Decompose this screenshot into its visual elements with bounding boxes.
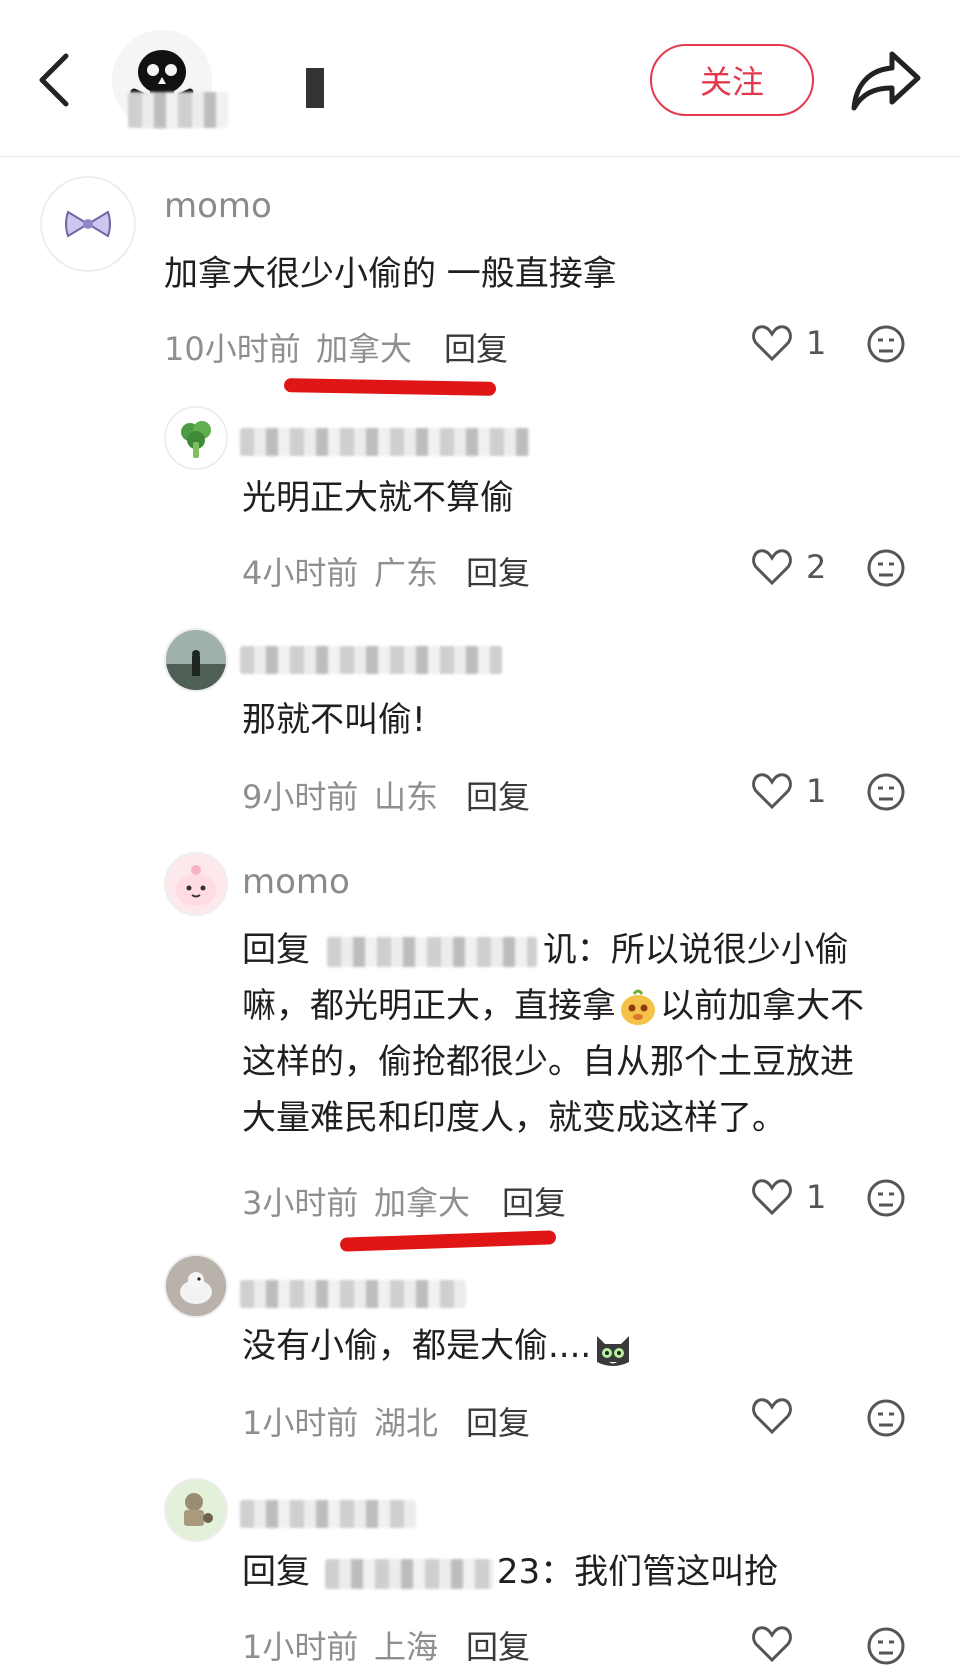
user-avatar[interactable] (164, 1254, 228, 1318)
top-bar: 关注 (0, 0, 960, 157)
comment-location: 广东 (374, 554, 439, 592)
comment-text-line: 没有小偷，都是大偷.... (242, 1318, 635, 1374)
share-icon[interactable] (850, 46, 922, 114)
bird-photo-icon (166, 1256, 226, 1316)
like-count: 1 (806, 772, 827, 810)
like-button[interactable] (752, 1398, 806, 1434)
username[interactable]: momo (242, 862, 350, 902)
comment-time: 1小时前 (242, 1404, 359, 1442)
comment-location: 山东 (374, 778, 439, 816)
comment-time: 10小时前 (164, 330, 301, 368)
comment-location: 上海 (374, 1628, 439, 1666)
comment-text: 没有小偷，都是大偷.... (242, 1326, 592, 1366)
like-button[interactable] (752, 1626, 792, 1662)
bow-icon (65, 210, 111, 238)
comment-text: 所以说很少小偷 (610, 930, 849, 970)
reply-prefix: 回复 (242, 930, 310, 970)
author-name-redacted-bar (306, 68, 324, 108)
like-count: 2 (806, 548, 827, 586)
heart-icon (752, 773, 792, 809)
comment-text-line: 嘛，都光明正大，直接拿 以前加拿大不 (242, 978, 864, 1034)
reply-button[interactable]: 回复 (502, 1178, 566, 1224)
comment-location: 加拿大 (374, 1184, 471, 1222)
dislike-face-icon[interactable] (866, 1178, 906, 1218)
heart-icon (752, 1626, 792, 1662)
comment-text: 嘛，都光明正大，直接拿 (242, 986, 616, 1026)
username[interactable]: momo (164, 186, 272, 226)
dislike-face-icon[interactable] (866, 548, 906, 588)
comment-text: 以前加拿大不 (660, 986, 864, 1026)
mentioned-user-redacted[interactable] (326, 936, 537, 967)
robot-avatar-icon (166, 1480, 226, 1540)
dislike-face-icon[interactable] (866, 772, 906, 812)
comment-time: 9小时前 (242, 778, 359, 816)
user-avatar[interactable] (164, 406, 228, 470)
potato-emoji-icon (621, 989, 655, 1025)
user-avatar[interactable] (40, 176, 136, 272)
heart-icon (752, 1179, 792, 1215)
cat-emoji-icon (597, 1335, 630, 1366)
user-avatar[interactable] (164, 1478, 228, 1542)
red-underline-annotation (283, 378, 497, 396)
reply-button[interactable]: 回复 (444, 324, 508, 370)
username-redacted (240, 646, 502, 674)
mention-suffix: 讥： (542, 930, 611, 970)
reply-button[interactable]: 回复 (466, 1398, 530, 1444)
comment-text-line: 大量难民和印度人，就变成这样了。 (242, 1098, 786, 1138)
broccoli-icon (181, 421, 211, 458)
red-underline-annotation (339, 1230, 557, 1252)
dislike-face-icon[interactable] (866, 1398, 906, 1438)
like-count: 1 (806, 324, 827, 362)
author-name-redacted (128, 92, 228, 128)
like-button[interactable]: 1 (752, 324, 826, 362)
heart-icon (752, 1398, 792, 1434)
pink-bunny-icon (176, 865, 216, 906)
comment-text: 加拿大很少小偷的 一般直接拿 (164, 254, 617, 294)
heart-icon (752, 549, 792, 585)
reply-button[interactable]: 回复 (466, 1622, 530, 1668)
comment-text: 那就不叫偷! (242, 700, 426, 740)
like-button[interactable]: 1 (752, 772, 826, 810)
landscape-photo-icon (166, 630, 226, 690)
comment-text: 光明正大就不算偷 (242, 478, 514, 518)
mention-suffix: 23： (496, 1552, 575, 1592)
dislike-face-icon[interactable] (866, 324, 906, 364)
comment-time: 4小时前 (242, 554, 359, 592)
comment-time: 1小时前 (242, 1628, 359, 1666)
heart-icon (752, 325, 792, 361)
reply-button[interactable]: 回复 (466, 548, 530, 594)
like-count: 1 (806, 1178, 827, 1216)
like-button[interactable]: 2 (752, 548, 826, 586)
username-redacted (240, 428, 530, 456)
comment-text-line: 回复 讥：所以说很少小偷 (242, 922, 849, 978)
comment-text-line: 这样的，偷抢都很少。自从那个土豆放进 (242, 1042, 854, 1082)
user-avatar[interactable] (164, 628, 228, 692)
reply-button[interactable]: 回复 (466, 772, 530, 818)
comment-location: 加拿大 (316, 330, 413, 368)
back-arrow-icon[interactable] (30, 48, 82, 112)
dislike-face-icon[interactable] (866, 1626, 906, 1666)
user-avatar[interactable] (164, 852, 228, 916)
username-redacted (240, 1280, 466, 1308)
mentioned-user-redacted[interactable] (324, 1558, 493, 1589)
like-button[interactable]: 1 (752, 1178, 826, 1216)
username-redacted (240, 1500, 416, 1528)
follow-button[interactable]: 关注 (650, 44, 814, 116)
comment-text: 我们管这叫抢 (574, 1552, 779, 1592)
comment-text-line: 回复 23：我们管这叫抢 (242, 1544, 778, 1600)
comment-time: 3小时前 (242, 1184, 359, 1222)
reply-prefix: 回复 (242, 1552, 310, 1592)
comment-location: 湖北 (374, 1404, 439, 1442)
